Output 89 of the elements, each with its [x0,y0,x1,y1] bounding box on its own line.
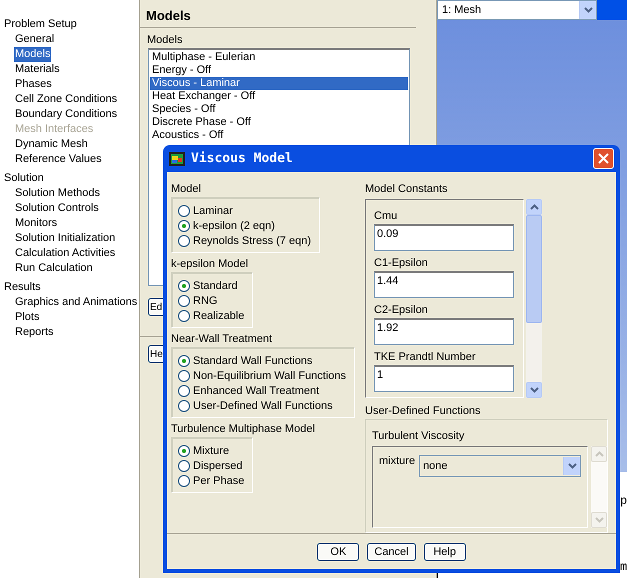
list-item[interactable]: Energy - Off [150,64,408,77]
input-field[interactable]: 1.92 [374,318,514,345]
tree-item[interactable]: Solution Controls [14,201,100,216]
console-text: m [620,560,627,574]
chevron-down-icon [530,387,538,393]
radio-label[interactable]: RNG [193,294,218,306]
field-label: C2-Epsilon [374,303,429,318]
tree-item[interactable]: Plots [14,310,40,325]
radio-button[interactable] [178,204,190,216]
dialog-button[interactable]: Cancel [367,542,416,560]
radio-label[interactable]: User-Defined Wall Functions [193,400,333,412]
input-field[interactable]: 0.09 [374,224,514,251]
radio-label[interactable]: Standard Wall Functions [193,354,312,366]
group-label: Model [171,182,202,197]
group-label: User-Defined Functions [365,404,482,419]
close-button[interactable] [593,148,614,169]
radio-button[interactable] [178,460,190,472]
tree-section-label[interactable]: Results [4,280,139,295]
radio-button[interactable] [178,384,190,396]
dialog-title: Viscous Model [191,151,294,166]
group-label: Model Constants [365,182,449,197]
radio-label[interactable]: Non-Equilibrium Wall Functions [193,370,346,382]
panel-title: Models [140,0,416,28]
radio-button[interactable] [178,310,190,322]
chevron-down-icon [584,7,592,13]
app-icon [169,152,185,166]
tree-item[interactable]: Boundary Conditions [14,107,118,122]
tree-item[interactable]: Calculation Activities [14,246,116,261]
radio-button[interactable] [178,294,190,306]
tree-item[interactable]: Graphics and Animations [14,295,138,310]
tree-section-label[interactable]: Problem Setup [4,17,139,32]
console-text: p [620,494,627,508]
tree-item[interactable]: Materials [14,62,61,77]
view-dropdown[interactable]: 1: Mesh [437,0,597,20]
tree-item[interactable]: Solution Methods [14,186,101,201]
close-icon [598,153,609,164]
list-item[interactable]: Heat Exchanger - Off [150,90,408,103]
radio-label[interactable]: Dispersed [193,460,243,472]
udf-dropdown[interactable]: none [419,455,582,477]
field-label: C1-Epsilon [374,256,429,271]
radio-label[interactable]: k-epsilon (2 eqn) [193,220,275,232]
group-label: Turbulence Multiphase Model [171,422,316,437]
radio-button[interactable] [178,220,190,232]
tree-item[interactable]: Monitors [14,216,58,231]
list-item[interactable]: Multiphase - Eulerian [150,51,408,64]
input-field[interactable]: 1.44 [374,271,514,298]
dialog-button[interactable]: Help [424,542,466,560]
field-label: mixture [379,455,416,467]
chevron-down-icon [594,517,604,523]
radio-label[interactable]: Enhanced Wall Treatment [193,384,320,396]
radio-button[interactable] [178,354,190,366]
chevron-up-icon [594,451,604,457]
field-label: Turbulent Viscosity [372,429,466,444]
list-label: Models [146,33,184,46]
list-item[interactable]: Discrete Phase - Off [150,116,408,129]
radio-button[interactable] [178,280,190,292]
list-item[interactable]: Acoustics - Off [150,129,408,142]
tree-item[interactable]: Solution Initialization [14,231,116,246]
field-label: TKE Prandtl Number [374,350,476,365]
tree-item[interactable]: Phases [14,77,53,92]
radio-label[interactable]: Realizable [193,310,244,322]
tree-item[interactable]: Models [14,47,52,62]
tree-item[interactable]: Dynamic Mesh [14,137,89,152]
radio-button[interactable] [178,234,190,246]
radio-button[interactable] [178,400,190,412]
scrollbar[interactable] [526,199,542,398]
radio-label[interactable]: Reynolds Stress (7 eqn) [193,234,311,246]
radio-label[interactable]: Standard [193,280,238,292]
radio-label[interactable]: Laminar [193,204,233,216]
radio-label[interactable]: Per Phase [193,474,244,486]
field-label: Cmu [374,209,398,224]
dialog-button[interactable]: OK [317,542,360,560]
radio-button[interactable] [178,474,190,486]
input-field[interactable]: 1 [374,365,514,392]
tree-item[interactable]: Cell Zone Conditions [14,92,118,107]
radio-label[interactable]: Mixture [193,444,230,456]
chevron-up-icon [530,204,538,210]
radio-button[interactable] [178,444,190,456]
group-label: k-epsilon Model [171,257,250,272]
tree-item[interactable]: Reports [14,325,55,340]
chevron-down-icon [568,463,577,469]
tree-item[interactable]: General [14,32,56,47]
radio-button[interactable] [178,370,190,382]
list-item[interactable]: Species - Off [150,103,408,116]
tree-section-label[interactable]: Solution [4,171,139,186]
list-item[interactable]: Viscous - Laminar [150,77,408,90]
group-label: Near-Wall Treatment [171,332,274,347]
tree-item[interactable]: Reference Values [14,152,103,167]
tree-item[interactable]: Run Calculation [14,261,94,276]
